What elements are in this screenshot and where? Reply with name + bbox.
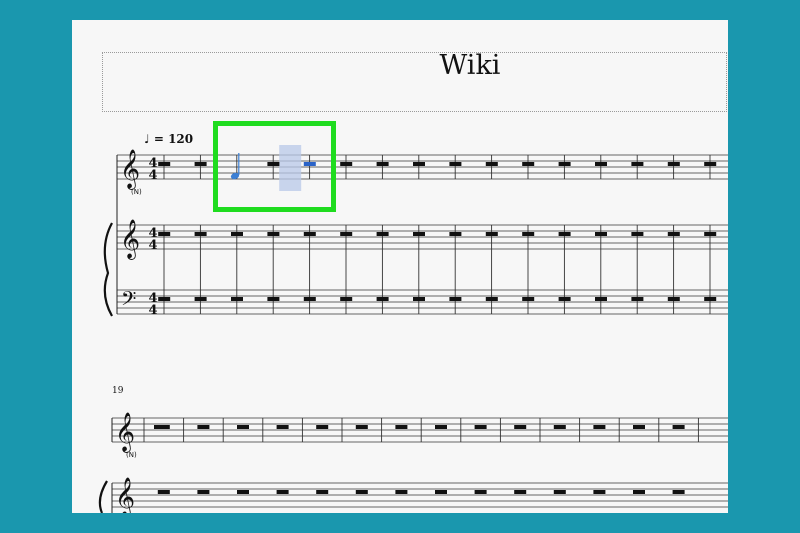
whole-rest (485, 232, 498, 236)
whole-rest (197, 425, 210, 429)
whole-rest (395, 425, 408, 429)
whole-rest (376, 162, 389, 166)
whole-rest (158, 162, 171, 166)
whole-rest (194, 232, 207, 236)
whole-rest (633, 425, 645, 429)
whole-rest (231, 232, 243, 236)
whole-rest (522, 162, 535, 166)
whole-rest (395, 490, 408, 494)
whole-rest (672, 425, 685, 429)
whole-rest (485, 162, 498, 166)
whole-rest (237, 425, 249, 429)
whole-rest (413, 232, 425, 236)
whole-rest (340, 297, 353, 301)
whole-rest (595, 162, 607, 166)
whole-rest (376, 232, 389, 236)
whole-rest (485, 297, 498, 301)
treble-clef-icon: 𝄞 (115, 477, 135, 513)
whole-rest (413, 162, 425, 166)
whole-rest (667, 162, 680, 166)
whole-rest (514, 425, 527, 429)
whole-rest (704, 297, 717, 301)
whole-rest (435, 425, 447, 429)
whole-rest (558, 162, 571, 166)
treble-clef-icon: 𝄞 (120, 219, 140, 260)
grand-staff-brace-icon (98, 480, 108, 513)
whole-rest (355, 425, 368, 429)
whole-rest (276, 490, 289, 494)
whole-rest (231, 297, 243, 301)
score-page[interactable]: Wiki ♩ = 120 19 𝄞 𝄞 𝄢 (N) 4 4 4 4 4 4 𝄞 𝄞 (N) (72, 20, 728, 513)
whole-rest (194, 297, 207, 301)
whole-rest (303, 297, 316, 301)
whole-rest (558, 297, 571, 301)
whole-rest (522, 232, 535, 236)
whole-rest (449, 232, 462, 236)
whole-rest (355, 490, 368, 494)
whole-rest (449, 297, 462, 301)
whole-rest (631, 162, 644, 166)
score-notation[interactable]: 𝄞𝄞𝄢(N)444444𝄞𝄞(N) (72, 20, 728, 513)
time-signature-1-denominator: 4 (148, 168, 157, 183)
whole-rest (593, 490, 606, 494)
whole-rest (704, 162, 717, 166)
instrument-marker: (N) (131, 188, 142, 196)
whole-rest (157, 490, 170, 494)
whole-rest (553, 490, 566, 494)
whole-rest (435, 490, 447, 494)
grand-staff-brace-icon (103, 222, 113, 317)
treble-clef-icon: 𝄞 (115, 412, 135, 453)
whole-rest (595, 297, 607, 301)
whole-rest (154, 425, 166, 429)
whole-rest (474, 425, 487, 429)
whole-rest (194, 162, 207, 166)
whole-rest (197, 490, 210, 494)
whole-rest (704, 232, 717, 236)
whole-rest (267, 297, 280, 301)
whole-rest (158, 297, 171, 301)
whole-rest (376, 297, 389, 301)
whole-rest (667, 297, 680, 301)
whole-rest (267, 232, 280, 236)
treble-clef-icon: 𝄞 (120, 149, 140, 190)
whole-rest (158, 232, 171, 236)
whole-rest (631, 232, 644, 236)
whole-rest (672, 490, 685, 494)
time-signature-2-denominator: 4 (148, 238, 157, 253)
whole-rest (633, 490, 645, 494)
whole-rest (522, 297, 535, 301)
whole-rest (474, 490, 487, 494)
whole-rest (303, 232, 316, 236)
whole-rest (316, 425, 329, 429)
whole-rest (667, 232, 680, 236)
whole-rest (340, 162, 353, 166)
whole-rest (558, 232, 571, 236)
whole-rest (340, 232, 353, 236)
whole-rest (276, 425, 289, 429)
highlight-selection-box (213, 121, 336, 212)
whole-rest (631, 297, 644, 301)
whole-rest (595, 232, 607, 236)
instrument-marker: (N) (126, 451, 137, 459)
whole-rest (514, 490, 527, 494)
bass-clef-icon: 𝄢 (121, 287, 136, 315)
whole-rest (449, 162, 462, 166)
whole-rest (553, 425, 566, 429)
whole-rest (413, 297, 425, 301)
whole-rest (593, 425, 606, 429)
whole-rest (316, 490, 329, 494)
whole-rest (237, 490, 249, 494)
time-signature-3-denominator: 4 (148, 303, 157, 318)
